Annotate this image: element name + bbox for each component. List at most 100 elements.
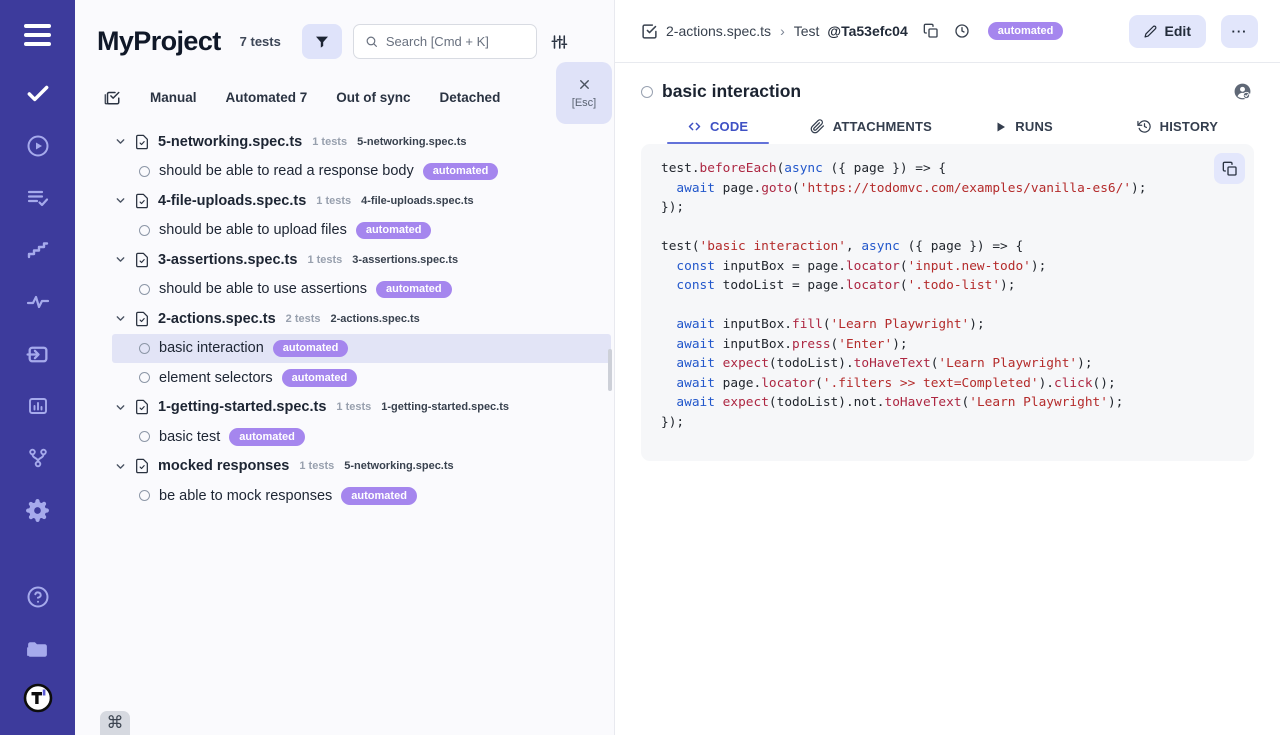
sidebar-item-activity[interactable] bbox=[12, 276, 64, 328]
code-block[interactable]: test.beforeEach(async ({ page }) => { aw… bbox=[661, 159, 1234, 432]
folder-icon bbox=[25, 637, 50, 662]
tree-test-row[interactable]: should be able to upload files automated bbox=[112, 216, 611, 246]
chevron-down-icon[interactable] bbox=[115, 313, 126, 324]
code-line bbox=[661, 218, 1234, 238]
file-test-count: 1 tests bbox=[307, 254, 342, 266]
sidebar-app-logo[interactable] bbox=[12, 675, 64, 721]
breadcrumb-separator: › bbox=[780, 23, 785, 39]
test-name[interactable]: basic test bbox=[159, 429, 220, 445]
test-name[interactable]: should be able to use assertions bbox=[159, 281, 367, 297]
test-name[interactable]: element selectors bbox=[159, 370, 273, 386]
file-name[interactable]: 1-getting-started.spec.ts bbox=[158, 399, 326, 415]
code-line: await page.goto('https://todomvc.com/exa… bbox=[661, 179, 1234, 199]
automated-badge: automated bbox=[282, 369, 358, 387]
file-test-count: 1 tests bbox=[312, 136, 347, 148]
tree-file-row[interactable]: 5-networking.spec.ts 1 tests 5-networking.… bbox=[112, 127, 611, 157]
tab-code-label: CODE bbox=[710, 119, 748, 134]
test-name[interactable]: should be able to read a response body bbox=[159, 163, 414, 179]
tree-file-row[interactable]: 1-getting-started.spec.ts1 tests1-gettin… bbox=[112, 393, 611, 423]
scrollbar-thumb[interactable] bbox=[608, 349, 612, 391]
filter-button[interactable] bbox=[302, 24, 342, 59]
sidebar-item-steps[interactable] bbox=[12, 224, 64, 276]
search-input[interactable] bbox=[386, 34, 525, 49]
file-check-icon bbox=[134, 134, 150, 150]
close-icon[interactable] bbox=[577, 77, 592, 92]
filter-tab-out-of-sync[interactable]: Out of sync bbox=[336, 90, 410, 105]
file-test-count: 1 tests bbox=[336, 401, 371, 413]
file-name[interactable]: 4-file-uploads.spec.ts bbox=[158, 193, 306, 209]
tree-test-row[interactable]: element selectors automated bbox=[112, 363, 611, 393]
tree-test-row[interactable]: should be able to read a response body au… bbox=[112, 157, 611, 187]
tree-test-row[interactable]: basic interactionautomated bbox=[112, 334, 611, 364]
automated-badge: automated bbox=[356, 222, 432, 240]
user-check-icon bbox=[1233, 82, 1252, 101]
chevron-down-icon[interactable] bbox=[115, 254, 126, 265]
sidebar-item-reports[interactable] bbox=[12, 380, 64, 432]
assignee-avatar[interactable] bbox=[1233, 82, 1252, 101]
test-status-circle bbox=[139, 166, 150, 177]
automated-badge: automated bbox=[341, 487, 417, 505]
breadcrumb-file[interactable]: 2-actions.spec.ts bbox=[666, 23, 771, 39]
tree-file-row[interactable]: mocked responses1 tests5-networking.spec… bbox=[112, 452, 611, 482]
filter-tab-manual[interactable]: Manual bbox=[150, 90, 197, 105]
chevron-down-icon[interactable] bbox=[115, 136, 126, 147]
file-name[interactable]: mocked responses bbox=[158, 458, 289, 474]
more-button[interactable]: ··· bbox=[1221, 15, 1258, 48]
tab-history[interactable]: HISTORY bbox=[1101, 119, 1254, 144]
file-check-icon bbox=[134, 252, 150, 268]
chevron-down-icon[interactable] bbox=[115, 402, 126, 413]
test-name[interactable]: be able to mock responses bbox=[159, 488, 332, 504]
view-settings-button[interactable] bbox=[550, 33, 568, 51]
copy-code-button[interactable] bbox=[1214, 153, 1245, 184]
tree-file-row[interactable]: 4-file-uploads.spec.ts1 tests4-file-uplo… bbox=[112, 186, 611, 216]
sidebar-item-tests[interactable] bbox=[12, 68, 64, 120]
sidebar-item-versions[interactable] bbox=[12, 432, 64, 484]
sidebar-item-runs[interactable] bbox=[12, 120, 64, 172]
filter-tab-detached[interactable]: Detached bbox=[440, 90, 501, 105]
tree-test-row[interactable]: be able to mock responses automated bbox=[112, 481, 611, 511]
menu-icon[interactable] bbox=[24, 24, 51, 46]
tab-runs[interactable]: RUNS bbox=[948, 119, 1101, 144]
sidebar-item-test-list[interactable] bbox=[12, 172, 64, 224]
tree-test-row[interactable]: should be able to use assertionsautomate… bbox=[112, 275, 611, 305]
chevron-down-icon[interactable] bbox=[115, 461, 126, 472]
test-id: @Ta53efc04 bbox=[827, 23, 907, 39]
copy-id-button[interactable] bbox=[923, 23, 939, 39]
tree-file-row[interactable]: 2-actions.spec.ts2 tests2-actions.spec.t… bbox=[112, 304, 611, 334]
tab-code[interactable]: CODE bbox=[641, 119, 794, 144]
chevron-down-icon[interactable] bbox=[115, 195, 126, 206]
code-line: await inputBox.fill('Learn Playwright'); bbox=[661, 315, 1234, 335]
sidebar-item-projects[interactable] bbox=[12, 623, 64, 675]
project-header: MyProject 7 tests bbox=[75, 0, 614, 59]
test-name[interactable]: should be able to upload files bbox=[159, 222, 347, 238]
test-name[interactable]: basic interaction bbox=[159, 340, 264, 356]
file-path: 5-networking.spec.ts bbox=[357, 136, 466, 148]
esc-hint: [Esc] bbox=[572, 97, 596, 109]
file-name[interactable]: 3-assertions.spec.ts bbox=[158, 252, 297, 268]
tab-runs-label: RUNS bbox=[1015, 119, 1053, 134]
sliders-icon bbox=[550, 33, 568, 51]
file-name[interactable]: 2-actions.spec.ts bbox=[158, 311, 276, 327]
test-detail-panel: 2-actions.spec.ts › Test @Ta53efc04 auto… bbox=[615, 0, 1280, 735]
sidebar-item-help[interactable] bbox=[12, 571, 64, 623]
branch-icon bbox=[26, 446, 50, 470]
tree-test-row[interactable]: basic testautomated bbox=[112, 422, 611, 452]
select-all-icon[interactable] bbox=[103, 88, 121, 106]
tree-file-row[interactable]: 3-assertions.spec.ts1 tests3-assertions.… bbox=[112, 245, 611, 275]
code-line: }); bbox=[661, 198, 1234, 218]
filter-tab-automated[interactable]: Automated 7 bbox=[226, 90, 308, 105]
edit-button[interactable]: Edit bbox=[1129, 15, 1206, 48]
play-circle-icon bbox=[26, 134, 50, 158]
history-icon bbox=[1137, 119, 1152, 134]
gear-icon bbox=[25, 498, 50, 523]
sidebar-item-settings[interactable] bbox=[12, 484, 64, 536]
file-test-count: 1 tests bbox=[299, 460, 334, 472]
status-badge: automated bbox=[988, 22, 1064, 40]
sidebar-item-import[interactable] bbox=[12, 328, 64, 380]
esc-popup: [Esc] bbox=[556, 62, 612, 124]
test-status-circle bbox=[139, 431, 150, 442]
file-name[interactable]: 5-networking.spec.ts bbox=[158, 134, 302, 150]
history-time-button[interactable] bbox=[954, 23, 970, 39]
tab-attachments[interactable]: ATTACHMENTS bbox=[794, 119, 947, 144]
automated-badge: automated bbox=[423, 163, 499, 181]
